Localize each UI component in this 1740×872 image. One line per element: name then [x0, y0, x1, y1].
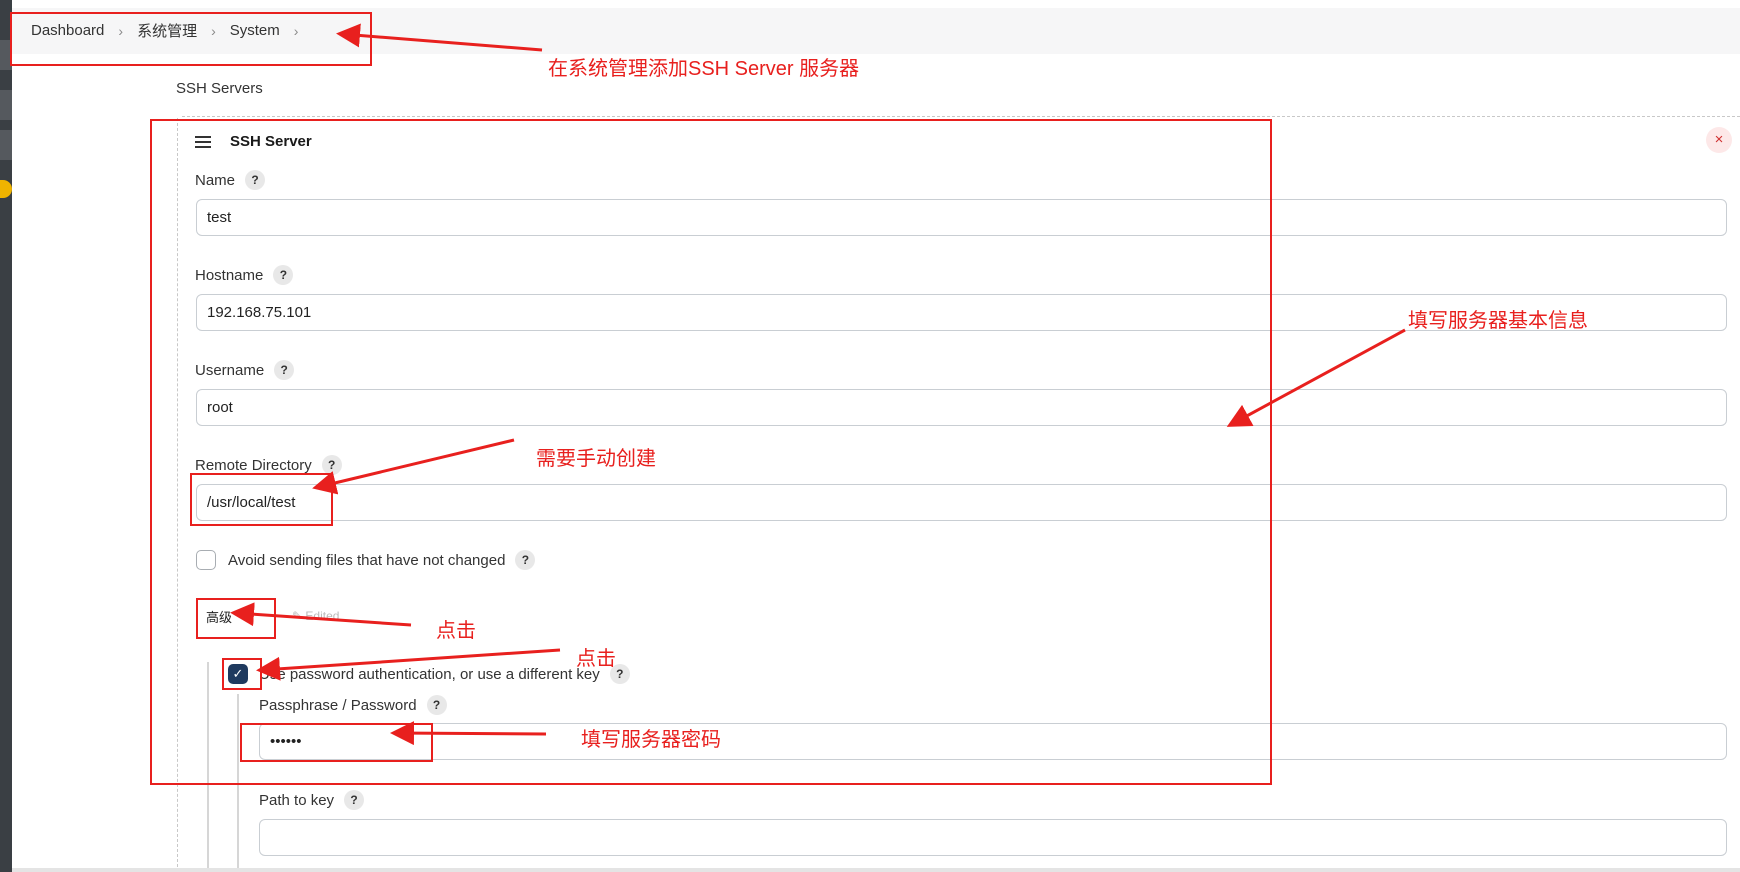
- annotation-manual-create: 需要手动创建: [536, 448, 656, 470]
- annotation-arrow: [1226, 328, 1406, 427]
- annotation-click-advanced: 点击: [436, 620, 476, 642]
- annotation-fill-password: 填写服务器密码: [581, 729, 721, 751]
- annotation-arrow: [312, 438, 515, 495]
- annotation-arrows: [230, 23, 1406, 746]
- annotation-arrow: [336, 23, 543, 52]
- annotation-arrow: [256, 648, 561, 681]
- annotation-fill-basic-info: 填写服务器基本信息: [1408, 310, 1588, 332]
- annotation-click-checkbox: 点击: [576, 648, 616, 670]
- annotation-arrow: [390, 721, 547, 746]
- annotation-arrow: [230, 602, 412, 627]
- annotation-add-ssh-server: 在系统管理添加SSH Server 服务器: [548, 58, 860, 80]
